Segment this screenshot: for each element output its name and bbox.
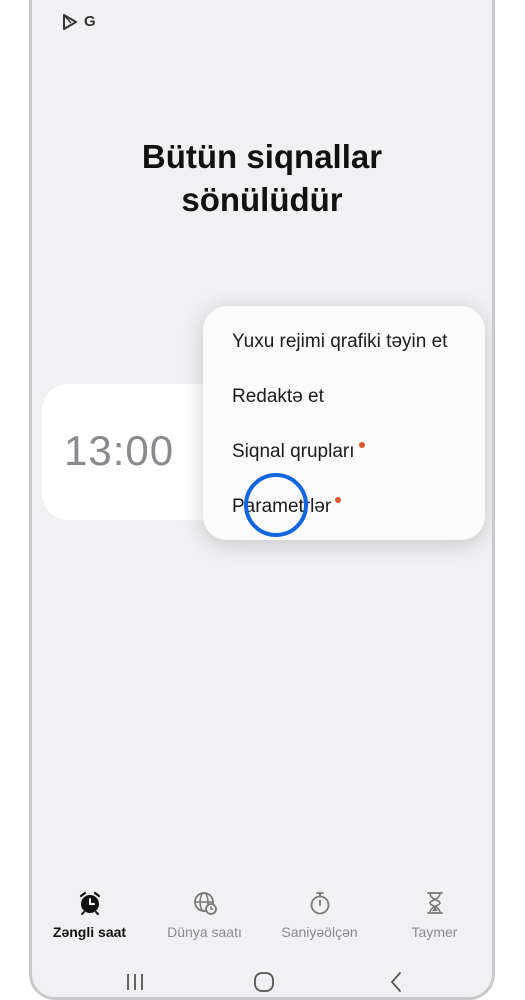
title-line-1: Bütün siqnallar	[141, 138, 383, 175]
back-icon[interactable]	[385, 970, 409, 994]
stopwatch-icon	[310, 892, 329, 915]
globe-clock-icon	[193, 892, 217, 915]
recents-icon[interactable]	[123, 970, 147, 994]
bottom-nav: Zəngli saat Dünya saatı Saniyəölçən Taym…	[32, 880, 492, 950]
menu-item-sleep-schedule[interactable]: Yuxu rejimi qrafiki təyin et	[232, 331, 447, 353]
tab-world-clock[interactable]: Dünya saatı	[147, 880, 262, 950]
phone-screen: G Bütün siqnallar sönülüdür 13:00 Yuxu r…	[29, 0, 495, 1000]
home-icon[interactable]	[252, 970, 276, 994]
title-line-2: sönülüdür	[181, 181, 343, 218]
hourglass-icon	[426, 892, 443, 914]
tab-label: Taymer	[411, 924, 458, 940]
tap-indicator	[244, 473, 308, 537]
menu-item-label: Redaktə et	[232, 386, 324, 407]
menu-item-edit[interactable]: Redaktə et	[232, 386, 324, 408]
new-badge-dot	[335, 497, 342, 503]
tab-stopwatch[interactable]: Saniyəölçən	[262, 880, 377, 950]
tab-timer[interactable]: Taymer	[377, 880, 492, 950]
new-badge-dot	[358, 442, 365, 448]
alarm-time: 13:00	[64, 427, 175, 474]
menu-item-label: Yuxu rejimi qrafiki təyin et	[232, 331, 448, 352]
page-title: Bütün siqnallar sönülüdür	[32, 135, 492, 221]
tab-label: Zəngli saat	[52, 924, 127, 940]
system-nav-bar	[32, 960, 492, 997]
google-icon: G	[84, 13, 96, 30]
menu-item-alarm-groups[interactable]: Siqnal qrupları	[232, 441, 365, 463]
play-store-icon	[63, 13, 77, 30]
tab-label: Dünya saatı	[167, 924, 242, 940]
status-bar: G	[62, 13, 96, 30]
tab-label: Saniyəölçən	[281, 924, 358, 940]
menu-item-label: Siqnal qrupları	[232, 441, 355, 462]
alarm-clock-icon	[79, 891, 100, 915]
tab-alarm[interactable]: Zəngli saat	[32, 880, 147, 950]
